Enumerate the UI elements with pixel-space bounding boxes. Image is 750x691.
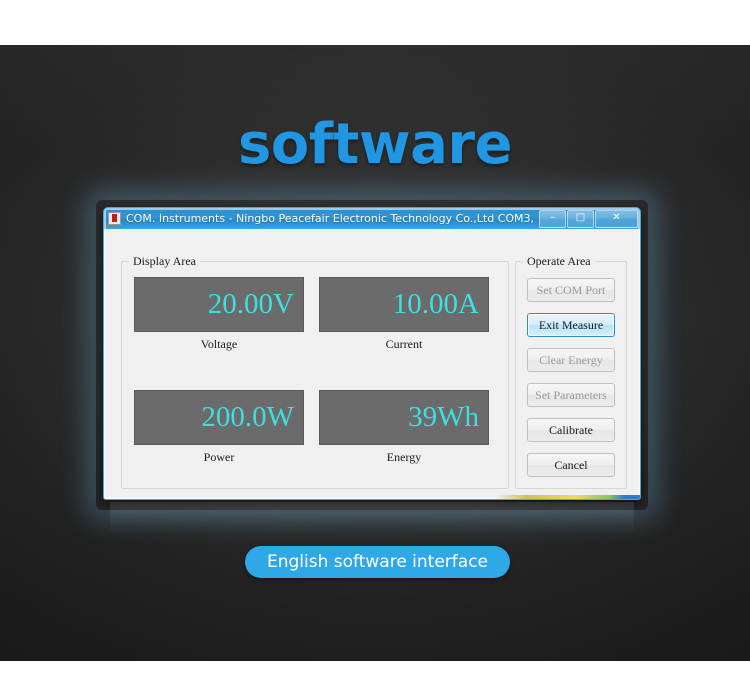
window-accent-strip — [494, 495, 641, 499]
set-parameters-button[interactable]: Set Parameters — [527, 383, 615, 407]
meter-current: 10.00A Current — [319, 277, 489, 352]
calibrate-button[interactable]: Calibrate — [527, 418, 615, 442]
meter-voltage-caption: Voltage — [134, 337, 304, 352]
meter-current-value: 10.00A — [393, 290, 479, 319]
meter-power-value: 200.0W — [201, 403, 294, 432]
meter-energy: 39Wh Energy — [319, 390, 489, 465]
maximize-button[interactable]: □ — [567, 210, 594, 228]
meter-current-caption: Current — [319, 337, 489, 352]
page-headline: software — [0, 112, 750, 177]
minimize-button[interactable]: – — [539, 210, 566, 228]
meter-energy-caption: Energy — [319, 450, 489, 465]
operate-area-label: Operate Area — [523, 254, 595, 269]
meter-voltage: 20.00V Voltage — [134, 277, 304, 352]
meter-current-screen: 10.00A — [319, 277, 489, 332]
close-button[interactable]: ✕ — [595, 210, 638, 228]
display-area-label: Display Area — [129, 254, 200, 269]
meter-voltage-value: 20.00V — [208, 290, 294, 319]
meter-voltage-screen: 20.00V — [134, 277, 304, 332]
app-instrument-icon — [108, 212, 121, 225]
window-title-bar[interactable]: COM. Instruments - Ningbo Peacefair Elec… — [104, 208, 640, 229]
exit-measure-button[interactable]: Exit Measure — [527, 313, 615, 337]
meter-energy-value: 39Wh — [408, 403, 479, 432]
cancel-button[interactable]: Cancel — [527, 453, 615, 477]
window-client-area: Display Area 20.00V Voltage 10.00A Curre… — [104, 229, 640, 499]
meter-power-caption: Power — [134, 450, 304, 465]
application-window: COM. Instruments - Ningbo Peacefair Elec… — [103, 207, 641, 500]
meter-energy-screen: 39Wh — [319, 390, 489, 445]
set-com-port-button[interactable]: Set COM Port — [527, 278, 615, 302]
clear-energy-button[interactable]: Clear Energy — [527, 348, 615, 372]
display-area-group: Display Area 20.00V Voltage 10.00A Curre… — [121, 261, 509, 489]
window-title: COM. Instruments - Ningbo Peacefair Elec… — [126, 212, 538, 225]
caption-pill: English software interface — [245, 546, 510, 578]
meter-power-screen: 200.0W — [134, 390, 304, 445]
meter-power: 200.0W Power — [134, 390, 304, 465]
operate-area-group: Operate Area Set COM Port Exit Measure C… — [515, 261, 627, 489]
